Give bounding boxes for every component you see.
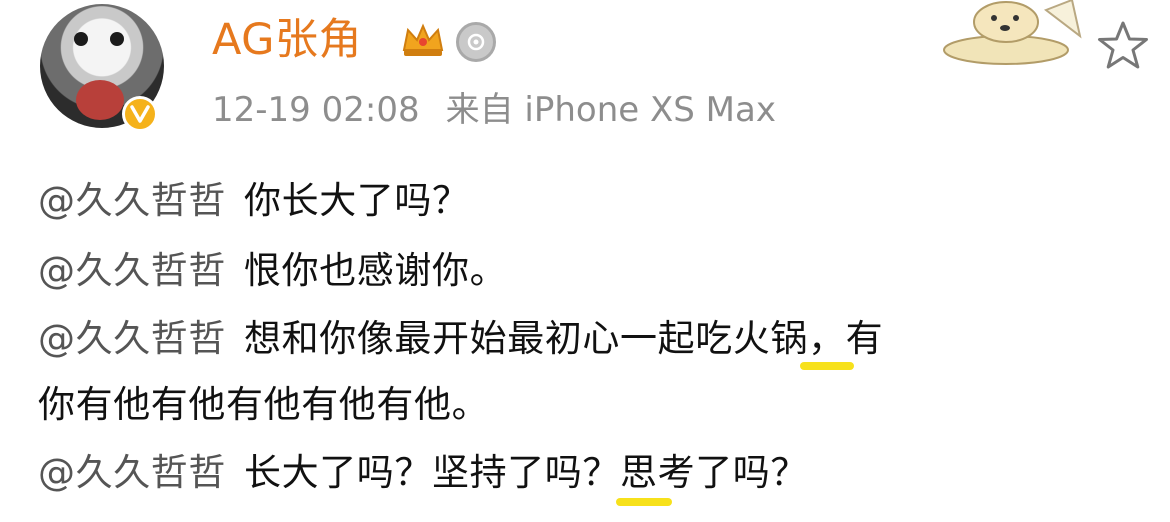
- post-text: 你长大了吗？: [244, 179, 470, 222]
- post-line: @久久哲哲 你长大了吗？: [38, 176, 470, 226]
- weibo-post: AG张角 12-19 02:08 来自 iPhone XS Max @久久哲哲你…: [0, 0, 1170, 522]
- post-text: 你有他有他有他有他有他。: [38, 383, 490, 426]
- post-source[interactable]: 来自 iPhone XS Max: [446, 88, 776, 132]
- verified-badge-icon: [122, 96, 158, 132]
- level-medal-icon[interactable]: [456, 22, 496, 62]
- post-text: 长大了吗？坚持了吗？思考了吗？: [244, 451, 808, 494]
- avatar-detail: [110, 32, 124, 46]
- crown-icon[interactable]: [400, 20, 446, 60]
- cartoon-dog-sticker-icon: [943, 0, 1082, 65]
- highlight-mark: [616, 498, 672, 506]
- post-line: @久久哲哲 想和你像最开始最初心一起吃火锅，有: [38, 314, 883, 364]
- mention-link[interactable]: @久久哲哲: [38, 317, 226, 360]
- avatar-detail: [74, 32, 88, 46]
- post-line: 你有他有他有他有他有他。: [38, 380, 489, 430]
- avatar-detail: [76, 80, 124, 120]
- username[interactable]: AG张角: [212, 14, 362, 66]
- mention-link[interactable]: @久久哲哲: [38, 179, 226, 222]
- mention-link[interactable]: @久久哲哲: [38, 249, 226, 292]
- post-meta: 12-19 02:08 来自 iPhone XS Max: [212, 88, 776, 132]
- star-outline-icon[interactable]: [1096, 20, 1150, 72]
- post-text: 想和你像最开始最初心一起吃火锅，有: [244, 317, 884, 360]
- post-text: 恨你也感谢你。: [244, 249, 508, 292]
- post-timestamp: 12-19 02:08: [212, 90, 420, 130]
- post-line: @久久哲哲 长大了吗？坚持了吗？思考了吗？: [38, 448, 808, 498]
- mention-link[interactable]: @久久哲哲: [38, 451, 226, 494]
- post-line: @久久哲哲 恨你也感谢你。: [38, 246, 507, 296]
- highlight-mark: [800, 362, 854, 370]
